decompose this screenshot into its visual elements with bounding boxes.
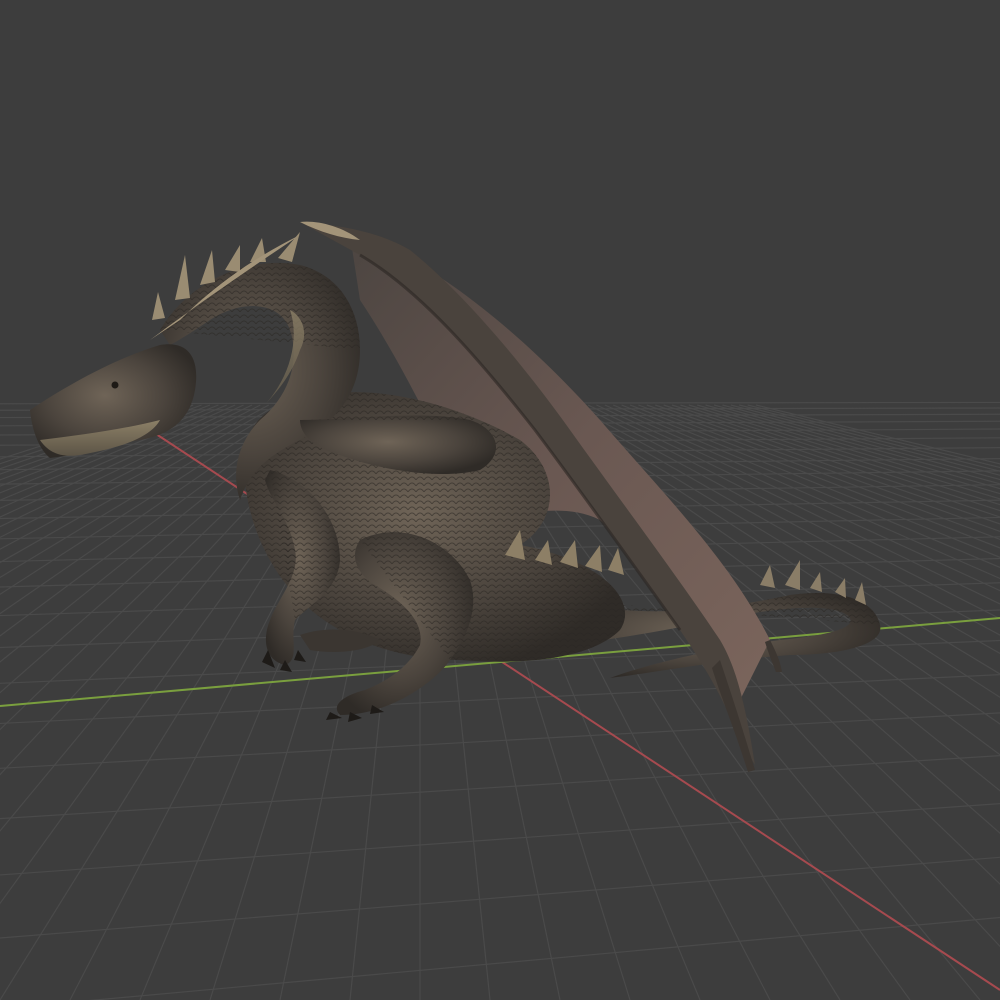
grid-line — [621, 404, 1000, 558]
grid-line — [713, 404, 1000, 485]
grid-line — [0, 404, 177, 465]
grid-line — [730, 404, 1000, 476]
grid-line — [705, 404, 1000, 490]
grid-line — [747, 404, 1000, 469]
grid-line — [0, 674, 1000, 725]
grid-line — [0, 803, 1000, 876]
viewport-scene[interactable] — [0, 0, 1000, 1000]
grid-line — [0, 755, 1000, 820]
dragon-eye — [111, 381, 119, 389]
grid-line — [646, 404, 1000, 532]
dragon-model[interactable] — [30, 221, 881, 772]
3d-viewport[interactable] — [0, 0, 1000, 1000]
grid-line — [88, 916, 1000, 1000]
grid-line — [0, 856, 1000, 939]
grid-line — [638, 404, 1000, 540]
grid-line — [671, 404, 1000, 512]
grid-line — [0, 712, 1000, 769]
grid-line — [739, 404, 1000, 472]
